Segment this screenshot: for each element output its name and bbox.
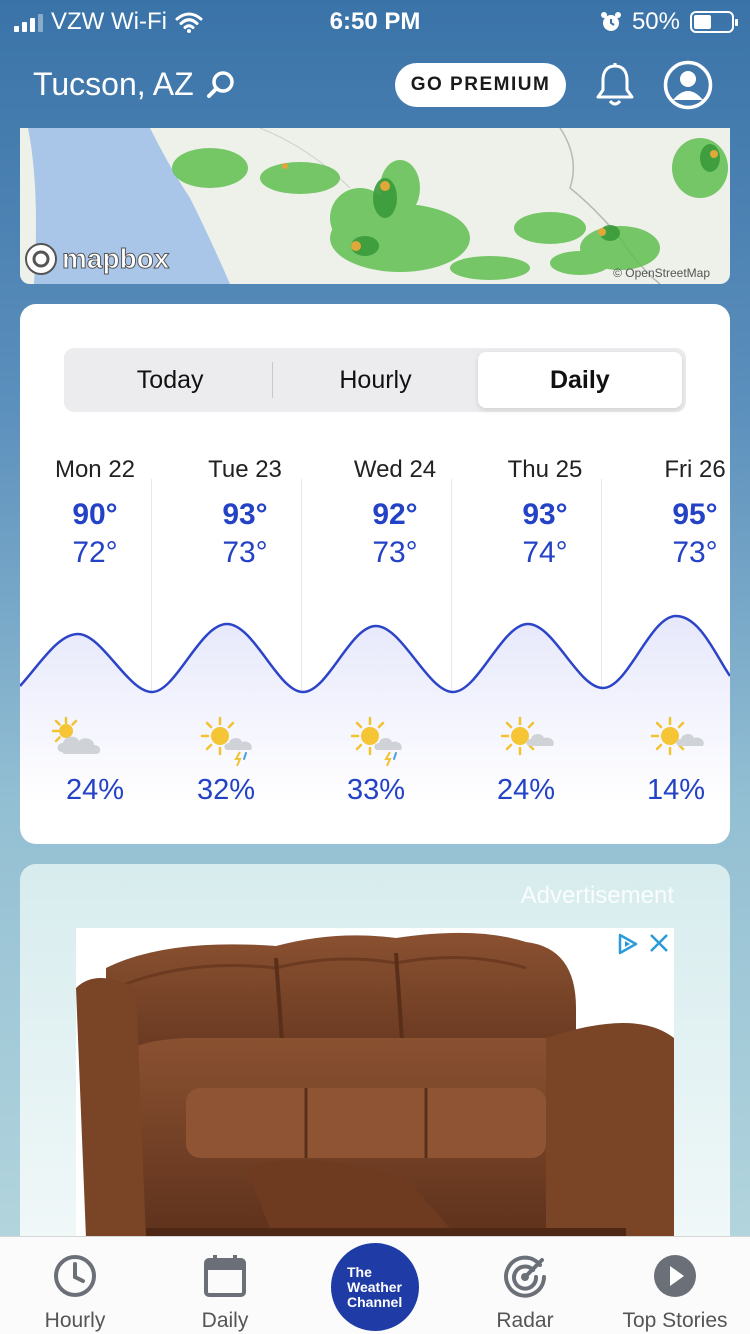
play-icon <box>654 1255 696 1297</box>
sofa-illustration <box>76 932 675 1272</box>
mostly-sunny-icon <box>500 716 554 756</box>
close-ad-icon[interactable] <box>648 932 670 954</box>
bottom-nav: Hourly Daily The Weather Channel Radar T… <box>0 1236 750 1334</box>
nav-hourly[interactable]: Hourly <box>0 1237 150 1334</box>
nav-radar[interactable]: Radar <box>450 1237 600 1334</box>
logo-line: Weather <box>347 1278 402 1295</box>
high-temp: 95° <box>672 498 718 531</box>
mapbox-logo: mapbox <box>24 242 170 276</box>
adchoices-icon[interactable] <box>616 932 640 956</box>
mostly-sunny-icon <box>650 716 704 756</box>
high-temp: 90° <box>72 498 118 531</box>
high-temp: 92° <box>372 498 418 531</box>
bell-icon[interactable] <box>594 62 636 108</box>
tab-hourly[interactable]: Hourly <box>273 352 477 408</box>
tab-today[interactable]: Today <box>68 352 272 408</box>
search-icon <box>206 70 234 98</box>
day-name: Mon 22 <box>54 456 136 483</box>
precip-chance: 24% <box>496 774 556 806</box>
profile-icon[interactable] <box>663 60 713 110</box>
nav-daily[interactable]: Daily <box>150 1237 300 1334</box>
ad-controls <box>616 932 670 956</box>
forecast-tabs: Today Hourly Daily <box>64 348 686 412</box>
partly-cloudy-icon <box>51 716 101 754</box>
location-selector[interactable]: Tucson, AZ <box>33 66 236 103</box>
precip-chance: 14% <box>646 774 706 806</box>
forecast-card: Today Hourly Daily Mon 22 90° 72° Tue 23… <box>20 304 730 844</box>
tab-daily[interactable]: Daily <box>477 352 682 408</box>
precip-chance: 32% <box>196 774 256 806</box>
alarm-icon <box>600 12 621 31</box>
nav-label: Daily <box>201 1309 249 1332</box>
high-temp: 93° <box>222 498 268 531</box>
ad-label: Advertisement <box>520 882 674 909</box>
day-name: Wed 24 <box>353 456 437 483</box>
precip-chance: 24% <box>65 774 125 806</box>
sun-thunderstorm-icon <box>200 716 252 767</box>
logo-line: The <box>347 1263 372 1280</box>
location-label: Tucson, AZ <box>33 66 194 102</box>
go-premium-button[interactable]: GO PREMIUM <box>395 63 566 107</box>
status-right: 50% <box>600 8 738 36</box>
nav-label: Top Stories <box>622 1309 728 1332</box>
low-temp: 72° <box>72 536 118 569</box>
precip-chance: 33% <box>346 774 406 806</box>
battery-icon <box>690 11 738 33</box>
mapbox-wordmark: mapbox <box>61 243 170 275</box>
ad-card: Advertisement <box>20 864 730 1284</box>
status-bar: VZW Wi-Fi 6:50 PM 50% <box>0 0 750 40</box>
low-temp: 74° <box>522 536 568 569</box>
mapbox-mark-icon <box>25 243 57 275</box>
low-temp: 73° <box>372 536 418 569</box>
day-name: Tue 23 <box>208 456 282 483</box>
nav-label: Hourly <box>44 1309 106 1332</box>
nav-label: Radar <box>496 1309 554 1332</box>
radar-icon <box>504 1255 546 1298</box>
radar-map[interactable]: mapbox © OpenStreetMap <box>20 128 730 284</box>
clock-icon <box>54 1255 96 1297</box>
high-temp: 93° <box>522 498 568 531</box>
weather-channel-logo[interactable]: The Weather Channel <box>331 1243 419 1331</box>
map-attribution[interactable]: © OpenStreetMap <box>613 266 710 280</box>
sun-thunderstorm-icon <box>350 716 402 767</box>
nav-top-stories[interactable]: Top Stories <box>600 1237 750 1334</box>
day-name: Fri 26 <box>664 456 726 483</box>
app-header: Tucson, AZ GO PREMIUM <box>0 50 750 124</box>
logo-line: Channel <box>347 1293 403 1310</box>
ad-image-sofa[interactable] <box>76 928 675 1284</box>
low-temp: 73° <box>672 536 718 569</box>
calendar-icon <box>204 1255 246 1297</box>
day-name: Thu 25 <box>507 456 583 483</box>
battery-percent: 50% <box>631 8 680 35</box>
low-temp: 73° <box>222 536 268 569</box>
